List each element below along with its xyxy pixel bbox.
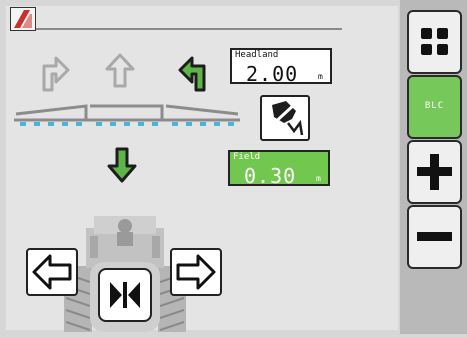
shift-left-button[interactable] [26,248,78,296]
field-unit: m [316,174,321,183]
headland-height-field[interactable]: Headland 2.00 m [230,48,332,86]
turn-right-up-arrow-icon[interactable] [36,52,72,92]
field-value: 0.30 [244,164,297,188]
boom-sections [12,102,242,134]
headland-label: Headland [235,50,279,60]
arrow-right-icon [176,254,216,290]
field-height-field[interactable]: Field 0.30 m [228,150,330,188]
decrease-button[interactable] [407,205,462,269]
headland-unit: m [318,72,323,81]
center-button[interactable] [98,268,152,322]
arrow-left-icon [32,254,72,290]
boom-hand-icon [268,101,304,136]
center-collapse-icon [110,282,140,308]
lower-boom-arrow-icon[interactable] [106,146,138,184]
brand-logo-icon [10,7,36,31]
terminal-screen: Headland 2.00 m Field 0.30 m BLC [0,0,467,334]
blc-button[interactable]: BLC [407,75,462,139]
header-divider [12,28,342,30]
minus-icon [417,232,452,241]
straight-up-arrow-icon[interactable] [104,52,136,90]
menu-button[interactable] [407,10,462,74]
shift-right-button[interactable] [170,248,222,296]
plus-icon [417,154,452,190]
increase-button[interactable] [407,140,462,204]
blc-label: BLC [424,101,445,111]
grid-menu-icon [421,28,448,55]
turn-left-up-arrow-icon[interactable] [176,52,212,92]
boom-hand-button[interactable] [260,95,310,141]
field-label: Field [233,152,261,162]
headland-value: 2.00 [246,62,299,86]
